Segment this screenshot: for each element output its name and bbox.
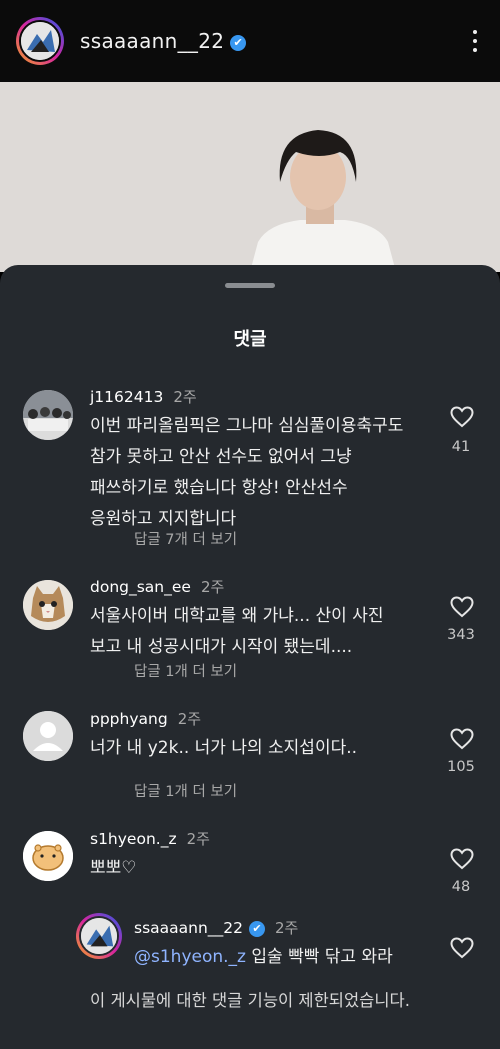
reply-avatar[interactable] [76, 913, 122, 959]
verified-icon: ✔ [230, 34, 247, 51]
hamster-drawing-image [23, 831, 73, 881]
comment-username[interactable]: s1hyeon._z 2주 [90, 828, 210, 849]
cat-photo-image [23, 580, 73, 630]
commenter-avatar[interactable] [23, 390, 73, 440]
post-username[interactable]: ssaaaann__22 ✔ [80, 29, 247, 53]
like-heart-icon[interactable] [450, 596, 474, 618]
mention-link[interactable]: @s1hyeon._z [134, 947, 246, 967]
comment-text: 너가 내 y2k.. 너가 나의 소지섭이다.. [90, 738, 358, 758]
comment-text: 뽀뽀♡ [90, 858, 137, 878]
like-count: 105 [447, 759, 475, 775]
verified-icon: ✔ [249, 920, 266, 937]
like-count: 48 [451, 879, 471, 895]
post-photo[interactable] [0, 82, 500, 272]
post-header: ssaaaann__22 ✔ [0, 0, 500, 82]
like-heart-icon[interactable] [450, 848, 474, 870]
comments-restricted-notice: 이 게시물에 대한 댓글 기능이 제한되었습니다. [90, 991, 410, 1010]
comment-username[interactable]: ppphyang 2주 [90, 708, 201, 729]
view-replies-link[interactable]: 답글 1개 더 보기 [134, 780, 237, 801]
like-heart-icon[interactable] [450, 728, 474, 750]
group-photo-image [23, 390, 73, 440]
profile-avatar[interactable] [16, 17, 64, 65]
commenter-avatar[interactable] [23, 711, 73, 761]
like-heart-icon[interactable] [450, 406, 474, 428]
like-count: 343 [447, 627, 475, 643]
comment-username[interactable]: dong_san_ee 2주 [90, 576, 224, 597]
drag-handle[interactable] [225, 283, 275, 288]
like-count: 41 [451, 439, 471, 455]
commenter-avatar[interactable] [23, 831, 73, 881]
sheet-title: 댓글 [233, 329, 267, 350]
view-replies-link[interactable]: 답글 7개 더 보기 [134, 528, 237, 549]
comment-text: 이번 파리올림픽은 그나마 심심풀이용축구도 참가 못하고 안산 선수도 없어서… [90, 416, 404, 529]
reply-username[interactable]: ssaaaann__22 ✔ 2주 [134, 917, 298, 938]
more-options-icon[interactable] [472, 30, 478, 52]
like-heart-icon[interactable] [450, 937, 474, 959]
avatar-image [81, 918, 117, 954]
person-photo-image [0, 82, 500, 272]
avatar-image [21, 22, 59, 60]
comment-username[interactable]: j1162413 2주 [90, 386, 197, 407]
commenter-avatar[interactable] [23, 580, 73, 630]
default-avatar-icon [23, 711, 73, 761]
reply-text: @s1hyeon._z 입술 빡빡 닦고 와라 [134, 947, 393, 967]
view-replies-link[interactable]: 답글 1개 더 보기 [134, 660, 237, 681]
comment-text: 서울사이버 대학교를 왜 가냐... 산이 사진 보고 내 성공시대가 시작이 … [90, 606, 384, 657]
